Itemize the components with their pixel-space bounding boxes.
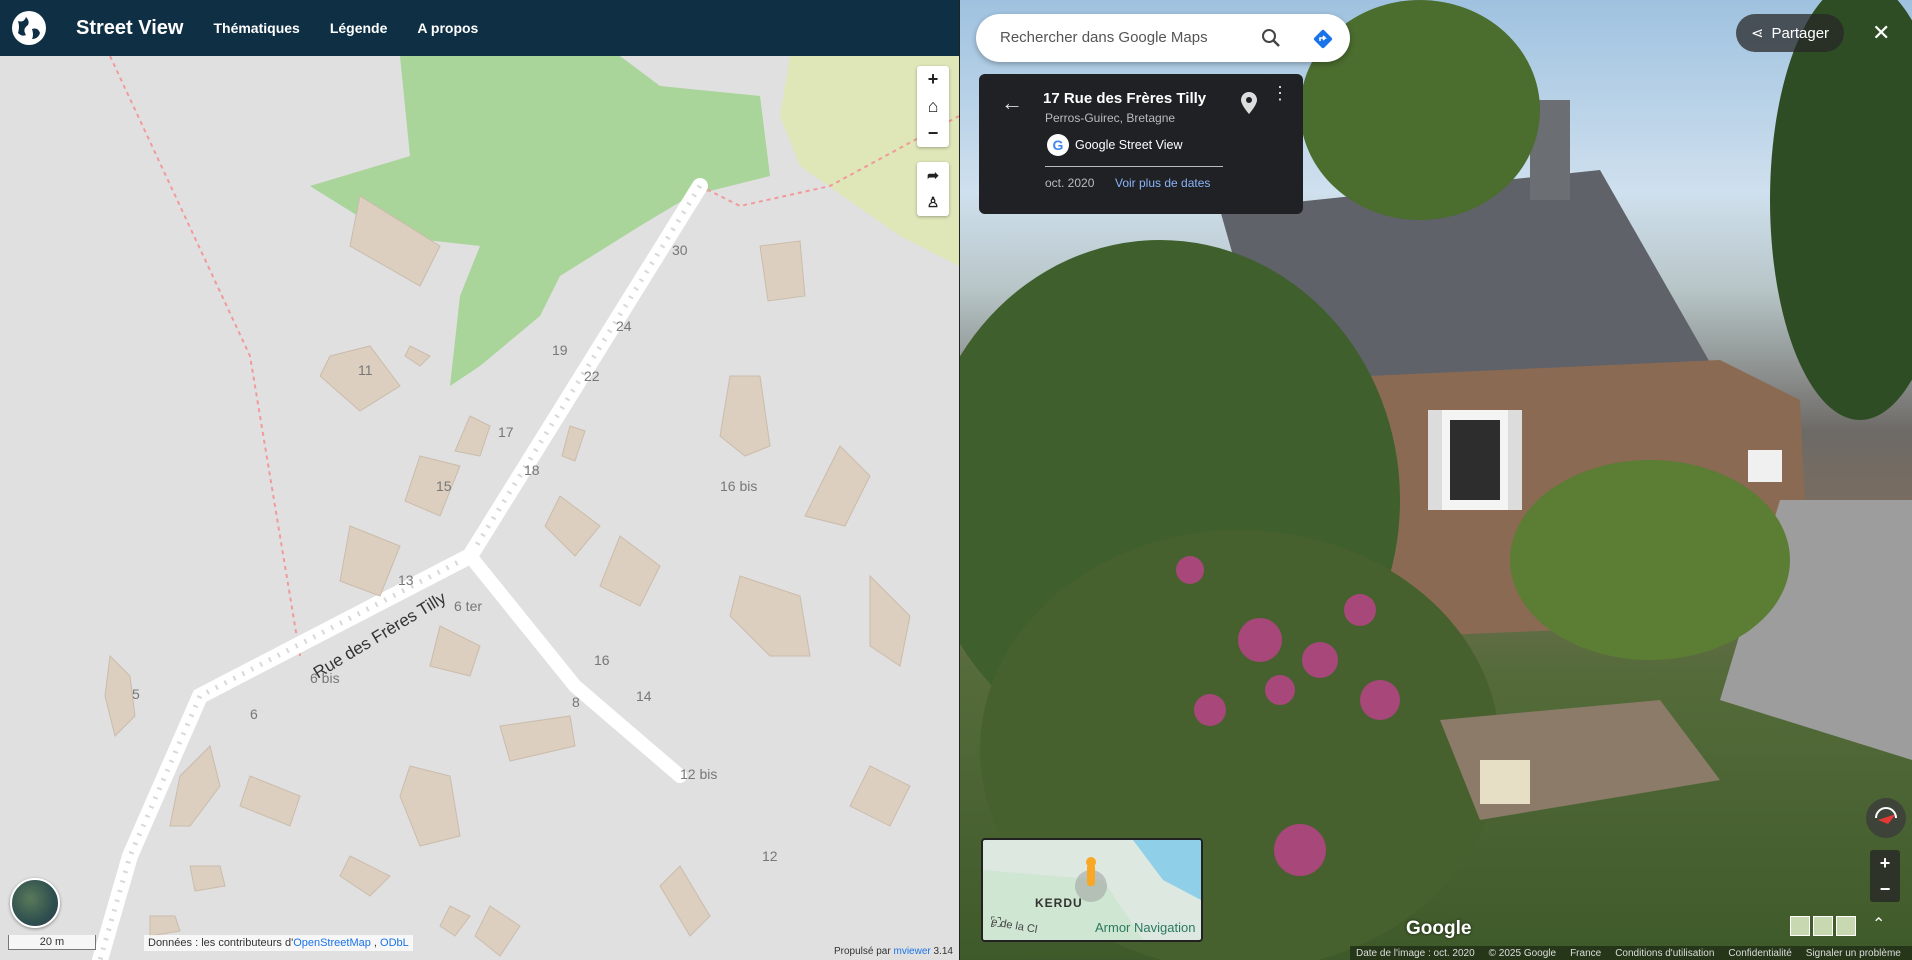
- house-number: 13: [398, 572, 414, 588]
- basemap-switcher[interactable]: [10, 878, 60, 928]
- house-number: 22: [584, 368, 600, 384]
- google-logo-icon: G: [1047, 134, 1069, 156]
- search-input[interactable]: Rechercher dans Google Maps: [1000, 29, 1208, 46]
- more-dates-link[interactable]: Voir plus de dates: [1115, 176, 1210, 190]
- house-number: 14: [636, 688, 652, 704]
- map-pin-icon[interactable]: [1241, 92, 1257, 114]
- home-button[interactable]: ⌂: [917, 93, 949, 120]
- zoom-controls: + ⌂ −: [917, 66, 949, 147]
- zoom-in-button[interactable]: +: [917, 66, 949, 93]
- house-number: 16 bis: [720, 478, 758, 494]
- house-number: 24: [616, 318, 632, 334]
- nav-legende[interactable]: Légende: [330, 20, 388, 36]
- attribution-separator: ,: [370, 937, 381, 949]
- image-date: Date de l'image : oct. 2020: [1356, 947, 1475, 959]
- expand-icon[interactable]: ⌃: [1872, 914, 1885, 934]
- house-number: 16: [594, 652, 610, 668]
- house-number: 12 bis: [680, 766, 718, 782]
- zoom-out-button[interactable]: −: [917, 120, 949, 147]
- report-link[interactable]: Signaler un problème: [1806, 948, 1901, 959]
- share-icon: ⋖: [1750, 25, 1764, 42]
- search-box[interactable]: Rechercher dans Google Maps: [976, 14, 1350, 62]
- sv-zoom-out-button[interactable]: −: [1870, 876, 1900, 902]
- capture-date: oct. 2020: [1045, 176, 1095, 190]
- location-card: ← 17 Rue des Frères Tilly Perros-Guirec,…: [979, 74, 1303, 214]
- osm-link[interactable]: OpenStreetMap: [293, 937, 371, 949]
- nav-a-propos[interactable]: A propos: [417, 20, 478, 36]
- streetview-footer: Date de l'image : oct. 2020 © 2025 Googl…: [1350, 946, 1912, 960]
- house-number: 12: [762, 848, 778, 864]
- house-number: 5: [132, 686, 140, 702]
- address-title: 17 Rue des Frères Tilly: [1043, 90, 1207, 107]
- fullscreen-icon[interactable]: ⛶: [991, 914, 1001, 931]
- nav-thematiques[interactable]: Thématiques: [213, 20, 299, 36]
- country-link[interactable]: France: [1570, 948, 1601, 959]
- globe-logo-icon: [12, 11, 46, 45]
- house-number: 8: [572, 694, 580, 710]
- odbl-link[interactable]: ODbL: [380, 937, 409, 949]
- sv-zoom-in-button[interactable]: +: [1870, 850, 1900, 876]
- version-text: 3.14: [930, 946, 953, 957]
- search-icon[interactable]: [1260, 27, 1282, 49]
- app-title[interactable]: Street View: [76, 17, 183, 40]
- share-button[interactable]: ⋖ Partager: [1736, 14, 1844, 52]
- more-options-icon[interactable]: ⋮: [1271, 84, 1289, 102]
- privacy-link[interactable]: Confidentialité: [1728, 948, 1791, 959]
- house-number: 6 bis: [310, 670, 340, 686]
- minimap-business-label: Armor Navigation: [1095, 920, 1196, 935]
- layer-thumbnails[interactable]: [1790, 916, 1856, 936]
- powered-text: Propulsé par: [834, 946, 894, 957]
- house-number: 19: [552, 342, 568, 358]
- powered-by: Propulsé par mviewer 3.14: [834, 946, 953, 957]
- back-arrow-icon[interactable]: ←: [1001, 90, 1023, 116]
- city-label: Perros-Guirec, Bretagne: [1045, 111, 1176, 125]
- tool-controls: ➦ ♙: [917, 162, 949, 216]
- house-number: 17: [498, 424, 514, 440]
- provider-label: Google Street View: [1075, 138, 1183, 152]
- share-label: Partager: [1771, 24, 1830, 42]
- house-number: 6 ter: [454, 598, 483, 614]
- card-divider: [1045, 166, 1223, 167]
- map-graphics: [92, 56, 959, 960]
- map-attribution: Données : les contributeurs d'OpenStreet…: [144, 935, 413, 951]
- house-number: 15: [436, 478, 452, 494]
- directions-icon[interactable]: [1312, 28, 1334, 50]
- mviewer-link[interactable]: mviewer: [893, 946, 930, 957]
- scale-bar: 20 m: [8, 935, 96, 950]
- copyright: © 2025 Google: [1488, 947, 1557, 959]
- house-number: 30: [672, 242, 688, 258]
- app-header: Street View Thématiques Légende A propos: [0, 0, 959, 56]
- attribution-text: Données : les contributeurs d': [148, 937, 294, 949]
- pegman-button[interactable]: ♙: [917, 189, 949, 216]
- house-number: 6: [250, 706, 258, 722]
- google-watermark: Google: [1406, 918, 1472, 939]
- close-icon[interactable]: ✕: [1872, 20, 1890, 46]
- streetview-zoom: + −: [1870, 850, 1900, 902]
- map-canvas[interactable]: Rue des Frères Tilly 30 24 19 22 11 17 1…: [0, 56, 959, 960]
- minimap[interactable]: KERDU Armor Navigation e de la Cl ⛶: [981, 838, 1203, 942]
- house-number: 11: [358, 362, 373, 378]
- compass-icon[interactable]: [1866, 798, 1906, 838]
- share-map-button[interactable]: ➦: [917, 162, 949, 189]
- terms-link[interactable]: Conditions d'utilisation: [1615, 948, 1714, 959]
- minimap-place-label: KERDU: [1035, 896, 1083, 910]
- house-number: 18: [524, 462, 540, 478]
